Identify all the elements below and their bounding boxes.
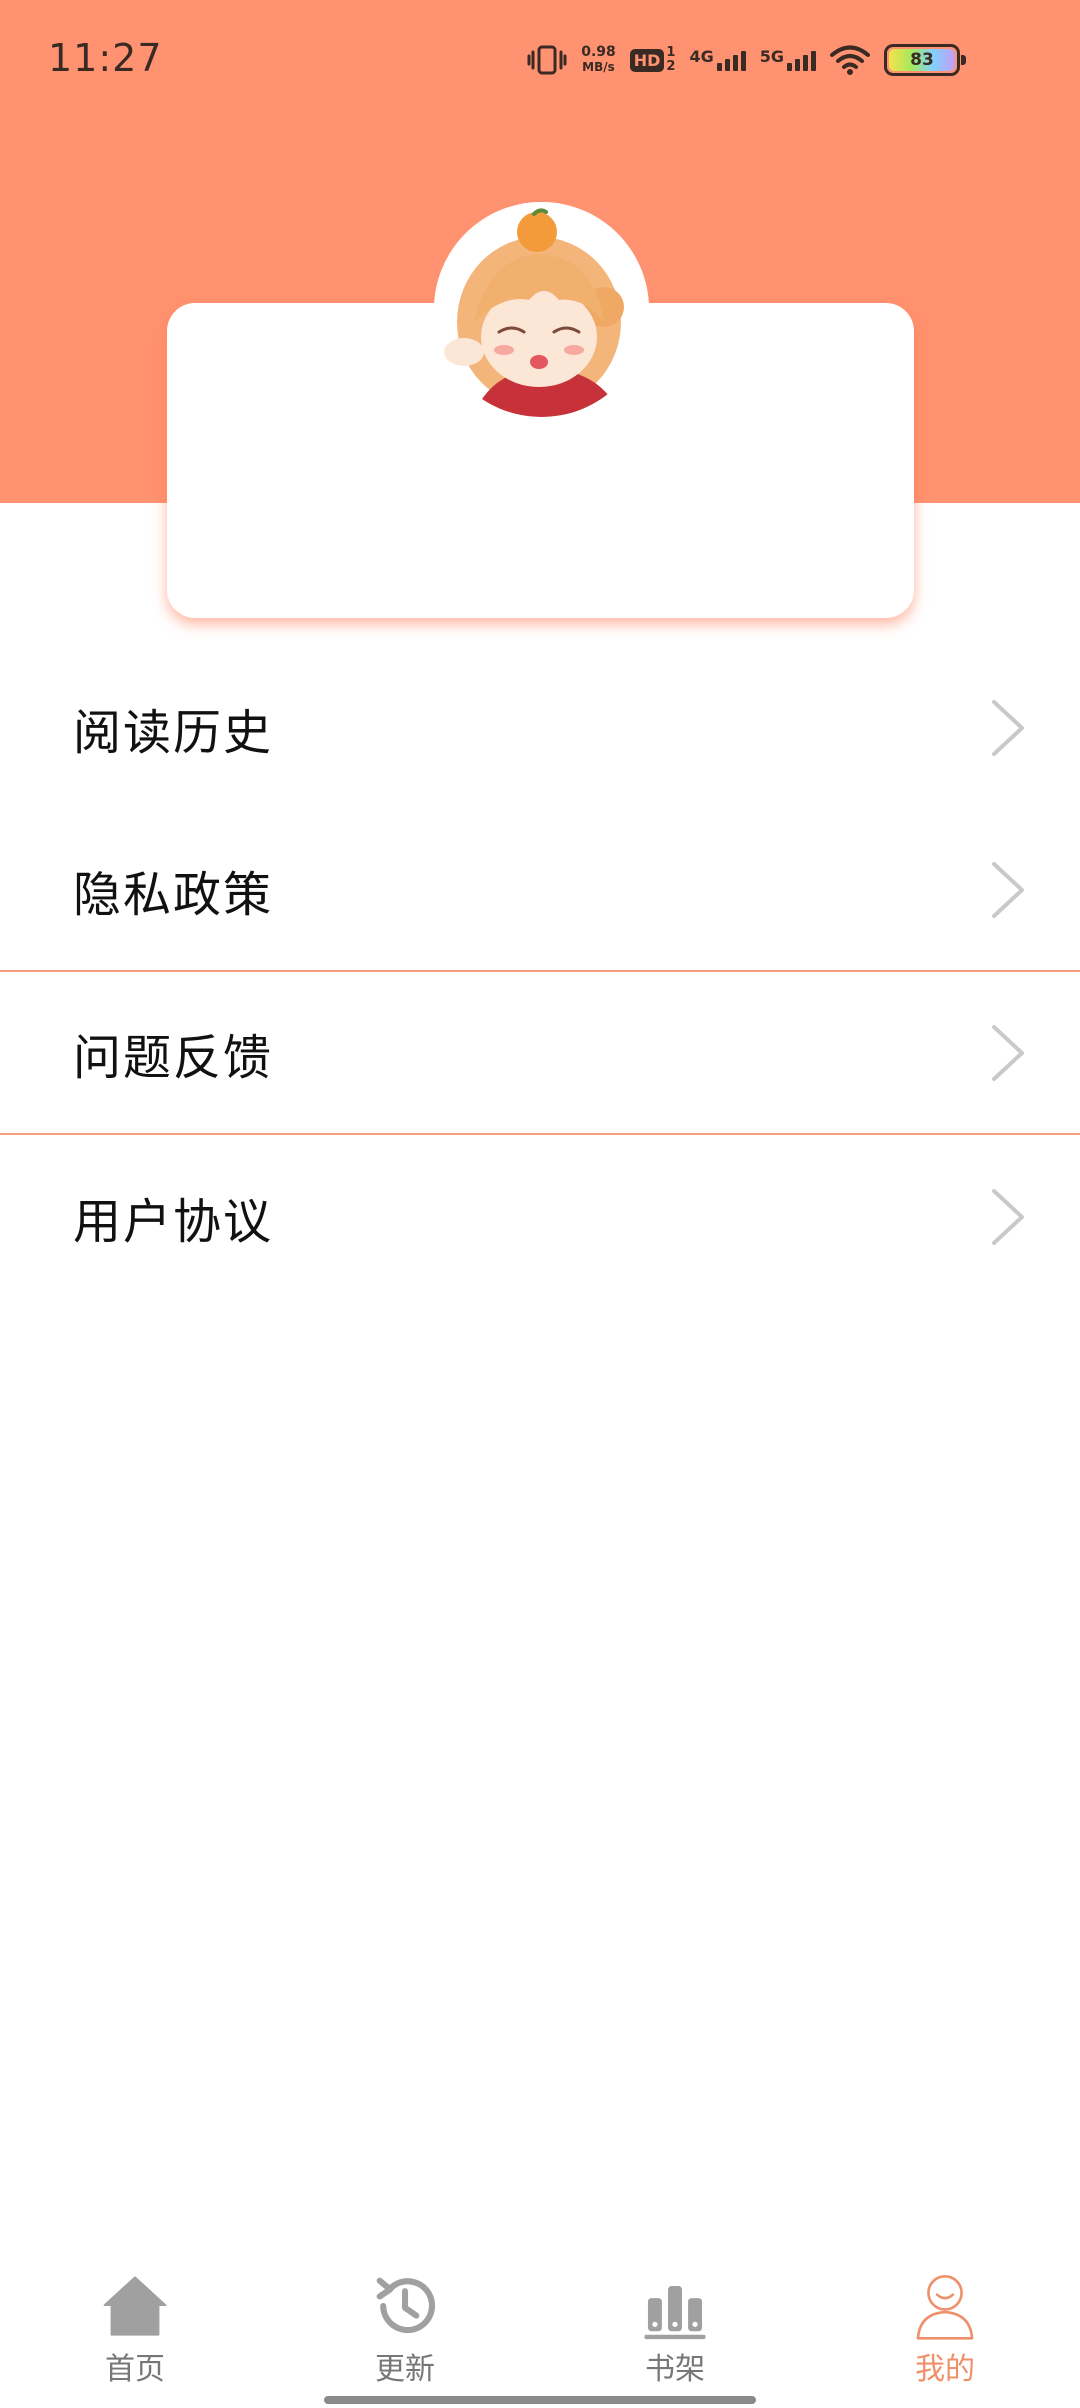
home-indicator[interactable] [324,2396,756,2404]
vibrate-icon [527,45,567,75]
net-speed-unit: MB/s [582,60,615,74]
menu-item-label: 用户协议 [73,1193,274,1250]
bottom-nav: 首页 更新 书架 我的 [0,2258,1080,2408]
bookshelf-icon [644,2285,706,2340]
nav-home[interactable]: 首页 [35,2258,235,2388]
menu-item-label: 问题反馈 [73,1029,274,1086]
battery-icon: 83 [884,44,966,76]
status-icons: 0.98 MB/s HD 1 2 4G 5G 83 [527,36,966,84]
nav-label: 更新 [375,2352,435,2387]
nav-label: 我的 [915,2352,975,2387]
net-speed: 0.98 MB/s [581,45,616,75]
network-5g: 5G [759,47,816,71]
hd-badge: HD 1 2 [629,45,676,74]
menu-item-label: 阅读历史 [73,704,274,761]
nav-label: 首页 [105,2352,165,2387]
signal-bars-icon [787,49,816,71]
avatar-illustration [434,202,649,417]
menu-list: 阅读历史 隐私政策 问题反馈 用户协议 [0,646,1080,1298]
menu-item-label: 隐私政策 [73,866,274,923]
network-5g-label: 5G [759,47,784,66]
history-icon [376,2277,436,2334]
nav-label: 书架 [645,2352,705,2387]
chevron-right-icon [992,861,1024,918]
menu-item-reading-history[interactable]: 阅读历史 [0,646,1080,809]
home-icon [103,2276,167,2336]
wifi-icon [830,45,870,75]
profile-icon [916,2275,974,2340]
network-4g-label: 4G [689,47,714,66]
menu-item-user-agreement[interactable]: 用户协议 [0,1135,1080,1298]
chevron-right-icon [992,1024,1024,1081]
hd-sim-bottom: 2 [666,59,676,74]
menu-item-feedback[interactable]: 问题反馈 [0,972,1080,1135]
nav-mine[interactable]: 我的 [845,2258,1045,2388]
network-4g: 4G [689,47,746,71]
nav-update[interactable]: 更新 [305,2258,505,2388]
status-time: 11:27 [48,36,163,80]
battery-level: 83 [889,49,955,71]
status-bar: 11:27 0.98 MB/s HD 1 2 4G 5G 83 [0,0,1080,120]
hd-sim-top: 1 [666,45,676,60]
menu-item-privacy-policy[interactable]: 隐私政策 [0,809,1080,972]
avatar[interactable] [434,202,649,417]
nav-bookshelf[interactable]: 书架 [575,2258,775,2388]
net-speed-value: 0.98 [581,44,616,60]
chevron-right-icon [992,1188,1024,1245]
hd-label: HD [629,48,665,72]
signal-bars-icon [716,49,746,71]
chevron-right-icon [992,699,1024,756]
